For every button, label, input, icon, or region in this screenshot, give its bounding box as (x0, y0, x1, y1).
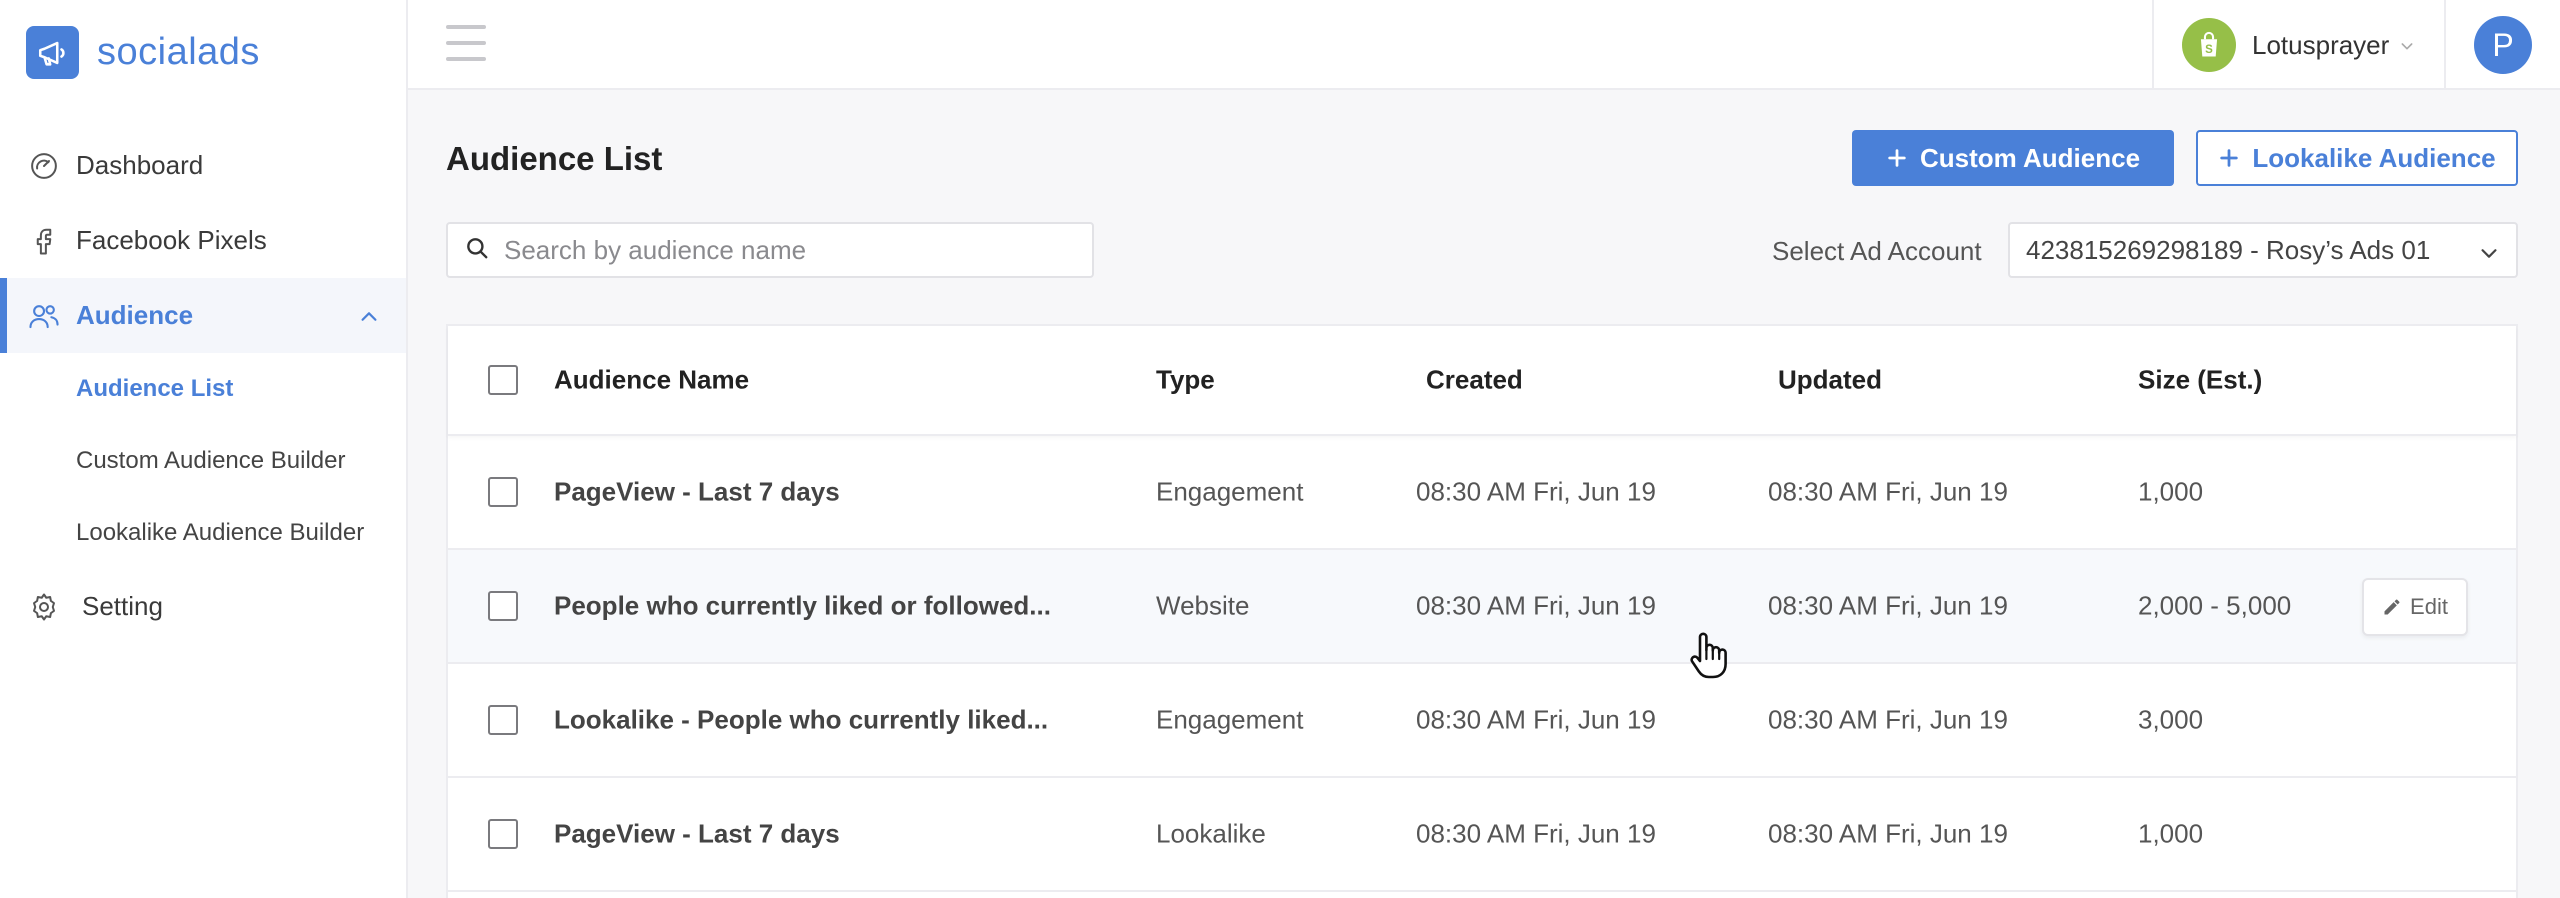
row-checkbox[interactable] (488, 591, 518, 621)
audience-table: Audience Name Type Created Updated Size … (446, 324, 2518, 898)
chevron-down-icon (2399, 30, 2415, 61)
facebook-icon (28, 225, 60, 257)
audience-size: 1,000 (2138, 818, 2204, 849)
add-custom-audience-button[interactable]: Custom Audience (1852, 130, 2174, 186)
sidebar-subitem-custom-audience-builder[interactable]: Custom Audience Builder (0, 425, 406, 497)
edit-label: Edit (2410, 594, 2448, 619)
row-checkbox[interactable] (488, 819, 518, 849)
plus-icon (2218, 147, 2240, 169)
column-header-name[interactable]: Audience Name (554, 365, 749, 396)
updated-date: 08:30 AM Fri, Jun 19 (1768, 476, 2008, 507)
audience-name[interactable]: PageView - Last 7 days (554, 477, 840, 508)
audience-size: 2,000 - 5,000 (2138, 590, 2292, 621)
audience-size: 1,000 (2138, 476, 2204, 507)
store-name: Lotusprayer (2252, 29, 2390, 60)
row-checkbox[interactable] (488, 477, 518, 507)
brand-name: socialads (97, 31, 260, 73)
sidebar-item-dashboard[interactable]: Dashboard (0, 128, 406, 203)
search-box (446, 222, 1094, 278)
dashboard-gauge-icon (28, 150, 60, 182)
search-input[interactable] (504, 234, 1064, 266)
plus-icon (1886, 147, 1908, 169)
brand-logo[interactable]: socialads (26, 26, 260, 79)
audience-size: 3,000 (2138, 704, 2204, 735)
sidebar-nav: Dashboard Facebook Pixels Audience Audie… (0, 128, 406, 644)
store-switcher[interactable]: S Lotusprayer (2152, 0, 2446, 90)
column-header-updated[interactable]: Updated (1778, 365, 1882, 396)
column-header-type[interactable]: Type (1156, 365, 1215, 396)
updated-date: 08:30 AM Fri, Jun 19 (1768, 818, 2008, 849)
sidebar-item-setting[interactable]: Setting (0, 569, 406, 644)
edit-button[interactable]: Edit (2362, 578, 2468, 636)
sidebar-item-facebook-pixels[interactable]: Facebook Pixels (0, 203, 406, 278)
audience-type: Lookalike (1156, 818, 1266, 849)
table-row[interactable]: PageView - Last 7 days Lookalike 08:30 A… (448, 778, 2516, 892)
created-date: 08:30 AM Fri, Jun 19 (1416, 704, 1656, 735)
table-row[interactable]: People who currently liked or followed..… (448, 550, 2516, 664)
hand-cursor-icon (1686, 630, 1730, 687)
shopify-bag-icon: S (2182, 18, 2236, 72)
audience-type: Website (1156, 590, 1250, 621)
menu-icon[interactable] (446, 25, 486, 61)
ad-account-select[interactable]: 423815269298189 - Rosy’s Ads 01 (2008, 222, 2518, 278)
created-date: 08:30 AM Fri, Jun 19 (1416, 818, 1656, 849)
selected-ad-account: 423815269298189 - Rosy’s Ads 01 (2026, 234, 2431, 265)
sidebar-item-label: Dashboard (76, 150, 204, 180)
sidebar-subitem-audience-list[interactable]: Audience List (0, 353, 406, 425)
updated-date: 08:30 AM Fri, Jun 19 (1768, 590, 2008, 621)
audience-name[interactable]: People who currently liked or followed..… (554, 591, 1051, 622)
created-date: 08:30 AM Fri, Jun 19 (1416, 590, 1656, 621)
sidebar-item-label: Facebook Pixels (76, 225, 267, 255)
page-title: Audience List (446, 140, 663, 177)
topbar: S Lotusprayer P (408, 0, 2560, 90)
table-row[interactable]: Lookalike - People who currently liked..… (448, 664, 2516, 778)
gear-icon (28, 591, 60, 623)
column-header-size[interactable]: Size (Est.) (2138, 365, 2262, 396)
avatar[interactable]: P (2474, 16, 2532, 74)
table-header: Audience Name Type Created Updated Size … (448, 326, 2516, 436)
column-header-created[interactable]: Created (1426, 365, 1523, 396)
pencil-icon (2382, 597, 2402, 617)
search-icon (464, 235, 490, 266)
add-lookalike-audience-button[interactable]: Lookalike Audience (2196, 130, 2518, 186)
svg-text:S: S (2205, 44, 2213, 56)
row-checkbox[interactable] (488, 705, 518, 735)
button-label: Lookalike Audience (2252, 142, 2496, 173)
audience-name[interactable]: PageView - Last 7 days (554, 819, 840, 850)
button-label: Custom Audience (1919, 142, 2141, 173)
sidebar: socialads Dashboard Facebook Pixels Audi… (0, 0, 408, 898)
chevron-up-icon[interactable] (358, 304, 380, 335)
updated-date: 08:30 AM Fri, Jun 19 (1768, 704, 2008, 735)
select-all-checkbox[interactable] (488, 365, 518, 395)
table-row[interactable]: PageView - Last 7 days Engagement 08:30 … (448, 436, 2516, 550)
megaphone-icon (26, 26, 79, 79)
select-ad-account-label: Select Ad Account (1772, 236, 1982, 266)
sidebar-subitem-lookalike-audience-builder[interactable]: Lookalike Audience Builder (0, 497, 406, 569)
audience-type: Engagement (1156, 476, 1304, 507)
chevron-down-icon (2478, 240, 2500, 271)
sidebar-item-label: Audience (76, 300, 194, 330)
audience-name[interactable]: Lookalike - People who currently liked..… (554, 705, 1048, 736)
audience-type: Engagement (1156, 704, 1304, 735)
sidebar-item-audience[interactable]: Audience (0, 278, 406, 353)
users-icon (28, 300, 60, 332)
created-date: 08:30 AM Fri, Jun 19 (1416, 476, 1656, 507)
sidebar-item-label: Setting (82, 591, 163, 621)
